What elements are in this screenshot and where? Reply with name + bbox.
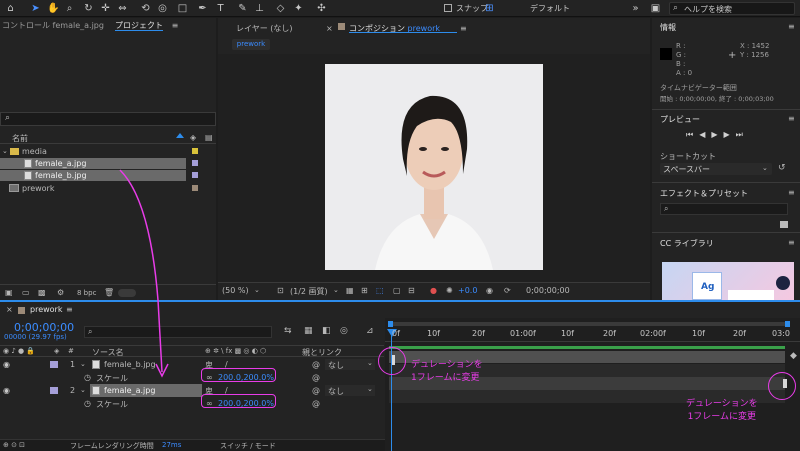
annotation-right: デュレーションを 1フレームに変更 xyxy=(686,399,758,422)
annotation-arrows xyxy=(119,169,169,378)
annotation-left: デュレーションを 1フレームに変更 xyxy=(411,360,483,383)
